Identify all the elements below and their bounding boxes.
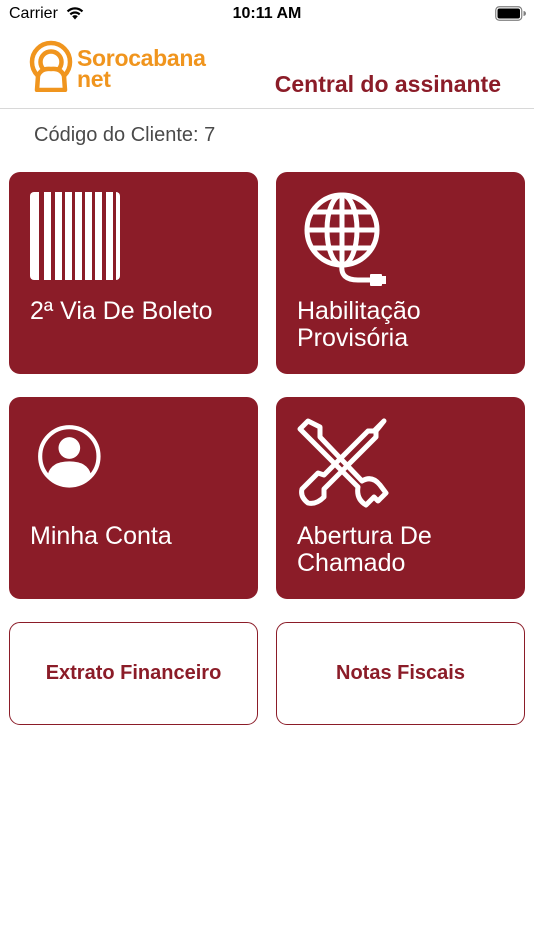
brand-logo: Sorocabana net: [27, 40, 207, 96]
user-avatar-icon: [38, 425, 101, 488]
tile-open-ticket[interactable]: Abertura De Chamado: [276, 397, 525, 599]
status-bar: Carrier 10:11 AM: [0, 0, 534, 30]
logo-mark-icon: [29, 40, 73, 92]
tile-provisional-enable[interactable]: Habilitação Provisória: [276, 172, 525, 374]
tile-my-account[interactable]: Minha Conta: [9, 397, 258, 599]
logo-text-line2: net: [77, 66, 111, 92]
client-code-label: Código do Cliente: 7: [34, 124, 216, 146]
battery-icon: [495, 6, 526, 21]
barcode-icon: [30, 192, 120, 280]
tile-boleto[interactable]: 2ª Via De Boleto: [9, 172, 258, 374]
tile-provisional-enable-label: Habilitação Provisória: [297, 297, 421, 352]
page-title: Central do assinante: [274, 71, 501, 97]
tools-icon: [297, 418, 389, 508]
clock-time: 10:11 AM: [232, 5, 302, 22]
financial-statement-button[interactable]: Extrato Financeiro: [9, 622, 258, 725]
tile-open-ticket-label: Abertura De Chamado: [297, 522, 432, 577]
globe-cable-icon: [304, 192, 386, 286]
financial-statement-label: Extrato Financeiro: [45, 662, 222, 684]
invoices-button[interactable]: Notas Fiscais: [276, 622, 525, 725]
tile-boleto-label: 2ª Via De Boleto: [30, 297, 213, 325]
invoices-label: Notas Fiscais: [336, 662, 465, 684]
tile-my-account-label: Minha Conta: [30, 522, 172, 550]
app-header: Sorocabana net Central do assinante: [0, 30, 534, 109]
